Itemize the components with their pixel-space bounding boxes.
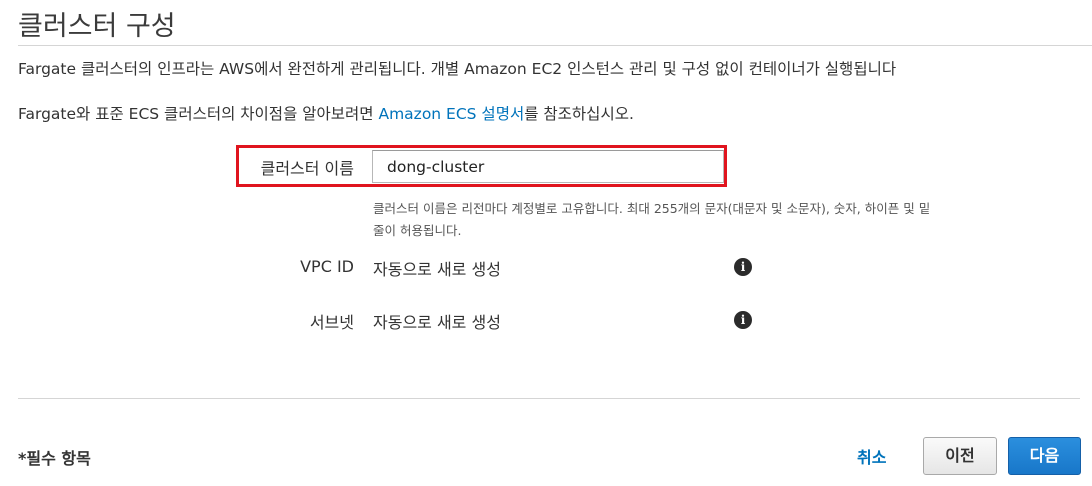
cluster-name-hint: 클러스터 이름은 리전마다 계정별로 고유합니다. 최대 255개의 문자(대문… (373, 198, 1083, 242)
vpc-id-label: VPC ID (300, 257, 354, 276)
info-icon[interactable]: i (734, 311, 752, 329)
next-button[interactable]: 다음 (1008, 437, 1081, 475)
previous-button[interactable]: 이전 (923, 437, 997, 475)
info-icon[interactable]: i (734, 258, 752, 276)
footer-divider (18, 398, 1080, 399)
title-divider (18, 45, 1092, 46)
cluster-name-label: 클러스터 이름 (260, 159, 354, 178)
subnet-label: 서브넷 (309, 313, 354, 332)
description-line-1: Fargate 클러스터의 인프라는 AWS에서 완전하게 관리됩니다. 개별 … (18, 60, 897, 78)
section-title: 클러스터 구성 (18, 11, 176, 42)
description-prefix: Fargate와 표준 ECS 클러스터의 차이점을 알아보려면 (18, 105, 379, 123)
cluster-name-hint-line-1: 클러스터 이름은 리전마다 계정별로 고유합니다. 최대 255개의 문자(대문… (373, 201, 931, 216)
cluster-name-input[interactable] (372, 150, 724, 183)
cluster-config-page: 클러스터 구성 Fargate 클러스터의 인프라는 AWS에서 완전하게 관리… (0, 0, 1092, 486)
required-fields-note: *필수 항목 (18, 449, 91, 468)
description-line-2: Fargate와 표준 ECS 클러스터의 차이점을 알아보려면 Amazon … (18, 102, 634, 124)
cluster-name-hint-line-2: 줄이 허용됩니다. (373, 223, 462, 238)
vpc-id-value: 자동으로 새로 생성 (373, 260, 501, 279)
description-suffix: 를 참조하십시오. (524, 105, 634, 123)
subnet-value: 자동으로 새로 생성 (373, 313, 501, 332)
cancel-link[interactable]: 취소 (857, 444, 886, 468)
ecs-docs-link[interactable]: Amazon ECS 설명서 (378, 105, 524, 123)
